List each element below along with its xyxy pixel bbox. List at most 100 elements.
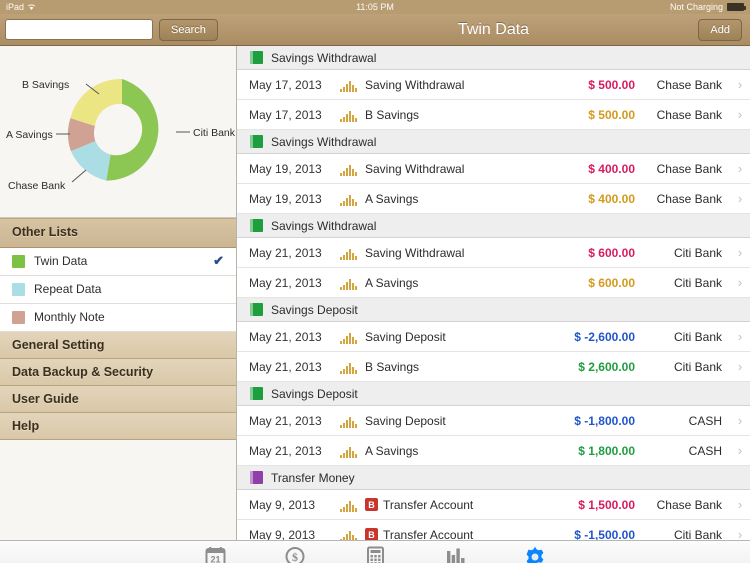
add-button[interactable]: Add	[698, 18, 742, 41]
page-title: Twin Data	[457, 20, 530, 38]
row-label-cell: Saving Withdrawal	[359, 162, 515, 176]
table-row[interactable]: May 19, 2013 A Savings $ 400.00 Chase Bank ›	[237, 184, 750, 214]
status-right: Not Charging	[669, 2, 746, 12]
row-date: May 21, 2013	[249, 443, 322, 458]
row-account: Citi Bank	[673, 275, 722, 290]
svg-text:21: 21	[210, 555, 220, 563]
bar-chart-icon	[339, 530, 357, 540]
book-icon	[250, 219, 263, 232]
row-category-icon	[337, 108, 359, 122]
tab-settings[interactable]: Settings	[495, 546, 575, 563]
chevron-right-icon[interactable]: ›	[730, 245, 750, 260]
status-bar: iPad 11:05 PM Not Charging	[0, 0, 750, 14]
book-icon	[250, 51, 263, 64]
row-date: May 19, 2013	[249, 161, 322, 176]
sidebar-menu-item[interactable]: Help	[0, 412, 236, 440]
table-row[interactable]: May 17, 2013 Saving Withdrawal $ 500.00 Cha…	[237, 70, 750, 100]
row-category-icon	[337, 444, 359, 458]
bar-chart-icon	[445, 546, 466, 563]
table-row[interactable]: May 21, 2013 Saving Deposit $ -2,600.00 Cit…	[237, 322, 750, 352]
chevron-right-icon[interactable]: ›	[730, 527, 750, 540]
chevron-right-icon[interactable]: ›	[730, 191, 750, 206]
book-icon	[250, 471, 263, 484]
row-label: Saving Withdrawal	[365, 77, 465, 92]
donut-svg: Citi Bank B Savings A Savings Chase Bank	[6, 78, 236, 192]
table-row[interactable]: May 21, 2013 Saving Withdrawal $ 600.00 Cit…	[237, 238, 750, 268]
group-title: Savings Withdrawal	[271, 134, 377, 149]
table-row[interactable]: May 9, 2013 B Transfer Account $ -1,500.00 C…	[237, 520, 750, 540]
chevron-right-icon[interactable]: ›	[730, 413, 750, 428]
chevron-right-icon[interactable]: ›	[730, 107, 750, 122]
gear-icon	[524, 546, 546, 563]
list-item-label: Repeat Data	[34, 282, 102, 296]
row-label: Saving Withdrawal	[365, 161, 465, 176]
chevron-right-icon[interactable]: ›	[730, 329, 750, 344]
tab-assets[interactable]: $Assets	[255, 546, 335, 563]
sidebar-menu-item[interactable]: Data Backup & Security	[0, 358, 236, 386]
tab-daily[interactable]: 21Daily	[175, 546, 255, 563]
transfer-badge-icon: B	[365, 498, 378, 511]
bar-chart-icon	[339, 446, 357, 458]
table-row[interactable]: May 9, 2013 B Transfer Account $ 1,500.00 Ch…	[237, 490, 750, 520]
row-category-icon	[337, 528, 359, 540]
book-icon	[250, 303, 263, 316]
row-category-icon	[337, 498, 359, 512]
tab-report[interactable]: Report	[415, 546, 495, 563]
table-row[interactable]: May 21, 2013 B Savings $ 2,600.00 Citi Bank…	[237, 352, 750, 382]
sidebar: Citi Bank B Savings A Savings Chase Bank…	[0, 46, 237, 540]
chart-label-citi-bank: Citi Bank	[193, 127, 236, 139]
sidebar-menu-item[interactable]: General Setting	[0, 331, 236, 359]
row-category-icon	[337, 192, 359, 206]
bar-chart-icon	[339, 248, 357, 260]
group-title: Savings Withdrawal	[271, 50, 377, 65]
row-label: A Savings	[365, 191, 419, 206]
row-amount: $ 600.00	[588, 245, 635, 260]
app-root: iPad 11:05 PM Not Charging Search Twin D…	[0, 0, 750, 563]
battery-label: Not Charging	[669, 2, 723, 12]
row-label: Saving Withdrawal	[365, 245, 465, 260]
row-label: Transfer Account	[383, 527, 474, 541]
sidebar-list-item[interactable]: Repeat Data	[0, 275, 236, 304]
tab-budget[interactable]: Budget	[335, 546, 415, 563]
row-date: May 21, 2013	[249, 275, 322, 290]
table-row[interactable]: May 21, 2013 A Savings $ 600.00 Citi Bank ›	[237, 268, 750, 298]
group-title: Savings Deposit	[271, 386, 358, 401]
chevron-right-icon[interactable]: ›	[730, 443, 750, 458]
table-row[interactable]: May 21, 2013 A Savings $ 1,800.00 CASH ›	[237, 436, 750, 466]
bar-chart-icon	[339, 332, 357, 344]
list-color-swatch	[12, 310, 25, 324]
search-input[interactable]	[5, 19, 153, 40]
wifi-icon	[27, 4, 36, 10]
sidebar-filler	[0, 439, 236, 540]
row-amount: $ -1,500.00	[574, 527, 635, 541]
group-header: Savings Withdrawal	[237, 46, 750, 70]
bar-chart-icon	[339, 500, 357, 512]
sidebar-list-item[interactable]: Twin Data ✔	[0, 247, 236, 276]
chevron-right-icon[interactable]: ›	[730, 161, 750, 176]
battery-icon	[727, 3, 746, 11]
sidebar-list-item[interactable]: Monthly Note	[0, 303, 236, 332]
bar-chart-icon	[339, 80, 357, 92]
row-label-cell: Saving Deposit	[359, 414, 515, 428]
accounts-donut-chart: Citi Bank B Savings A Savings Chase Bank	[0, 46, 236, 218]
row-account: Chase Bank	[656, 77, 722, 92]
table-row[interactable]: May 19, 2013 Saving Withdrawal $ 400.00 Cha…	[237, 154, 750, 184]
row-date: May 21, 2013	[249, 245, 322, 260]
table-row[interactable]: May 17, 2013 B Savings $ 500.00 Chase Bank ›	[237, 100, 750, 130]
chevron-right-icon[interactable]: ›	[730, 359, 750, 374]
table-row[interactable]: May 21, 2013 Saving Deposit $ -1,800.00 CAS…	[237, 406, 750, 436]
sidebar-menu-item[interactable]: User Guide	[0, 385, 236, 413]
book-icon	[250, 387, 263, 400]
chevron-right-icon[interactable]: ›	[730, 497, 750, 512]
row-label-cell: Saving Withdrawal	[359, 78, 515, 92]
row-category-icon	[337, 360, 359, 374]
chevron-right-icon[interactable]: ›	[730, 275, 750, 290]
search-button[interactable]: Search	[159, 18, 218, 41]
row-date: May 17, 2013	[249, 107, 322, 122]
row-date: May 21, 2013	[249, 329, 322, 344]
svg-text:$: $	[292, 550, 298, 563]
row-label: B Savings	[365, 107, 420, 122]
chevron-right-icon[interactable]: ›	[730, 77, 750, 92]
row-label-cell: Saving Withdrawal	[359, 246, 515, 260]
transactions-table[interactable]: Savings Withdrawal May 17, 2013 Saving Wit…	[237, 46, 750, 540]
